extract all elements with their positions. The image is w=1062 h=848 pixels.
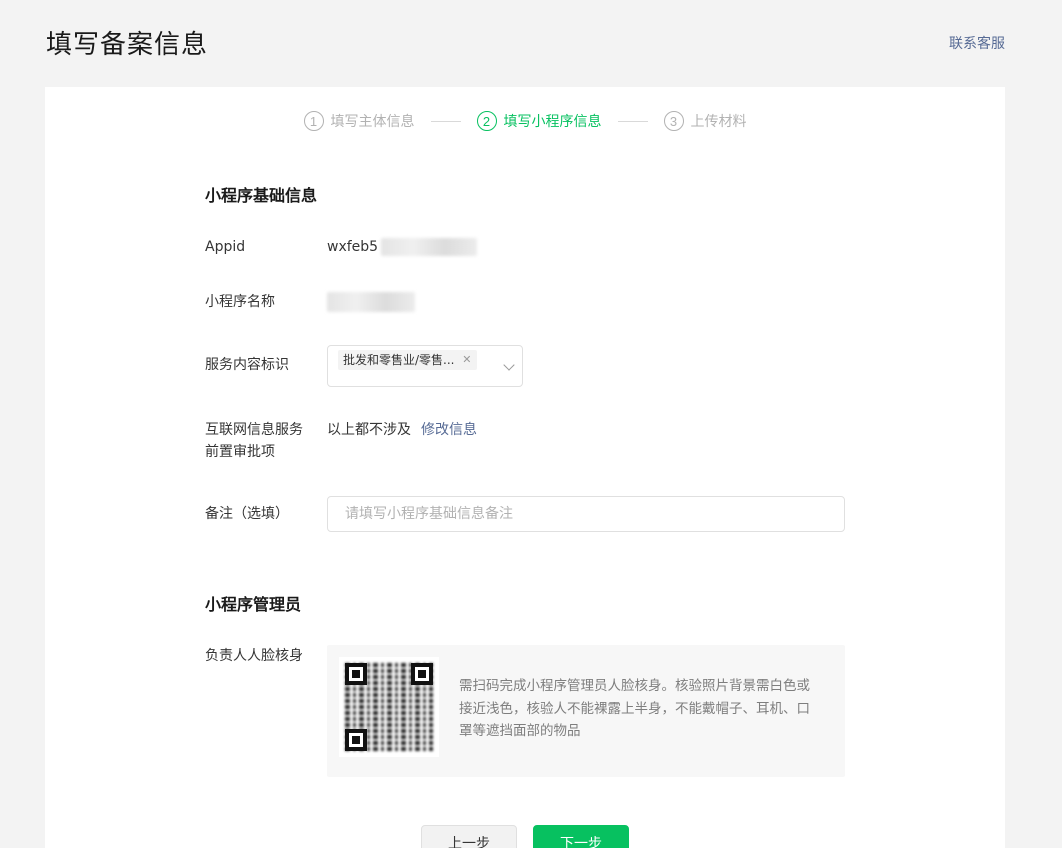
service-content-label: 服务内容标识 (205, 357, 289, 373)
appid-label: Appid (205, 239, 246, 255)
remark-label: 备注（选填） (205, 506, 289, 522)
approval-label-line1: 互联网信息服务 (205, 422, 303, 438)
chevron-down-icon[interactable] (503, 359, 515, 371)
tag-close-icon[interactable]: ✕ (462, 350, 471, 370)
step-1-label: 填写主体信息 (330, 114, 415, 130)
service-content-select[interactable]: 批发和零售业/零售... ✕ (327, 345, 523, 387)
step-2: 2 填写小程序信息 (476, 111, 602, 131)
step-divider (430, 120, 461, 122)
redacted-app-name (327, 292, 415, 312)
step-3-number: 3 (663, 111, 684, 131)
edit-info-link[interactable]: 修改信息 (421, 422, 477, 438)
admin-section-title: 小程序管理员 (205, 595, 302, 614)
basic-info-section-title: 小程序基础信息 (205, 186, 318, 205)
face-verify-instructions: 需扫码完成小程序管理员人脸核身。核验照片背景需白色或接近浅色，核验人不能裸露上半… (459, 678, 810, 739)
qr-finder-pattern (345, 663, 367, 685)
redacted-appid (381, 238, 478, 256)
remark-input[interactable] (327, 496, 845, 532)
step-1-number: 1 (303, 111, 324, 131)
service-tag: 批发和零售业/零售... ✕ (338, 350, 477, 370)
step-divider (617, 120, 648, 122)
step-2-label: 填写小程序信息 (503, 114, 602, 130)
appid-text: wxfeb5 (327, 239, 379, 255)
prev-step-button[interactable]: 上一步 (421, 825, 517, 848)
face-verify-label: 负责人人脸核身 (205, 648, 303, 664)
approval-label: 互联网信息服务 前置审批项 (205, 419, 303, 463)
qr-finder-pattern (345, 729, 367, 751)
step-indicator: 1 填写主体信息 2 填写小程序信息 3 上传材料 (45, 109, 1005, 133)
service-tag-text: 批发和零售业/零售... (343, 353, 455, 367)
step-3: 3 上传材料 (663, 111, 747, 131)
step-3-label: 上传材料 (690, 114, 747, 130)
app-name-label: 小程序名称 (205, 294, 275, 310)
step-1: 1 填写主体信息 (303, 111, 415, 131)
page-title: 填写备案信息 (46, 30, 209, 60)
step-2-number: 2 (476, 111, 497, 131)
app-name-value (327, 291, 415, 313)
approval-label-line2: 前置审批项 (205, 444, 275, 460)
appid-value: wxfeb5 (327, 236, 478, 258)
qr-finder-pattern (411, 663, 433, 685)
next-step-button[interactable]: 下一步 (533, 825, 629, 848)
face-verify-box: 需扫码完成小程序管理员人脸核身。核验照片背景需白色或接近浅色，核验人不能裸露上半… (327, 645, 845, 777)
qr-code[interactable] (339, 657, 439, 757)
approval-value-text: 以上都不涉及 (327, 422, 411, 438)
approval-value: 以上都不涉及 修改信息 (327, 419, 477, 441)
form-card: 1 填写主体信息 2 填写小程序信息 3 上传材料 小程序基础信息 Appid … (45, 87, 1005, 848)
contact-support-link[interactable]: 联系客服 (949, 33, 1005, 53)
